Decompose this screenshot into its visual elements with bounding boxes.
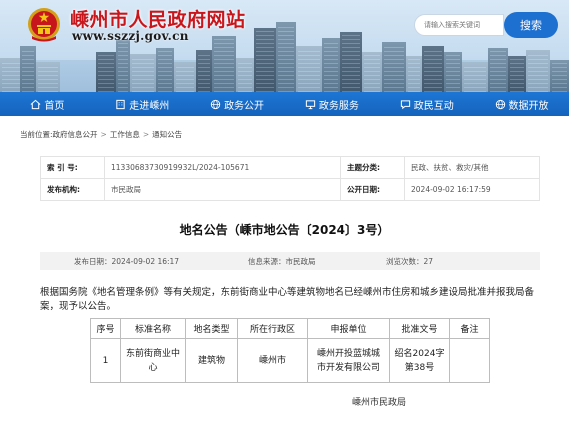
globe-icon [210,99,221,109]
site-url: www.sszzj.gov.cn [72,29,189,43]
row-number: 1 [90,338,121,383]
publish-time: 发布日期：2024-09-02 16:17 [74,257,180,266]
column-header: 批准文号 [389,318,450,339]
building-icon [116,99,125,109]
nav-item-label: 政务服务 [318,100,359,112]
district: 嵊州市 [237,338,308,383]
monitor-icon [305,99,316,109]
applicant-line: 市开发有限公司 [316,362,380,373]
approval-number: 绍名2024字 第38号 [389,338,450,383]
header-banner: 嵊州市人民政府网站 www.sszzj.gov.cn 搜索 [0,0,569,92]
column-header: 所在行政区 [237,318,308,339]
place-name-table: 序号 标准名称 地名类型 所在行政区 申报单位 批准文号 备注 1 东前街商业中… [90,318,490,383]
body-paragraph-line: 根据国务院《地名管理条例》等有关规定，东前街商业中心等建筑物地名已经嵊州市住房和… [40,287,535,298]
nav-item-about[interactable]: 走进嵊州 [95,92,190,116]
nav-item-open-data[interactable]: 数据开放 [474,92,569,116]
nav-item-home[interactable]: 首页 [0,92,95,116]
standard-name-line: 心 [148,362,158,373]
article-body: 根据国务院《地名管理条例》等有关规定，东前街商业中心等建筑物地名已经嵊州市住房和… [40,286,560,314]
national-emblem-icon [28,8,60,42]
applicant-line: 嵊州开投蓝城城 [316,348,380,359]
document-meta-table: 索 引 号: 11330683730919932L/2024-105671 主题… [40,156,540,201]
column-header: 申报单位 [307,318,390,339]
breadcrumb-link-open-info[interactable]: 政府信息公开 [53,129,98,140]
approval-number-line: 第38号 [404,362,435,373]
index-number-value: 11330683730919932L/2024-105671 [104,156,341,179]
approval-number-line: 绍名2024字 [394,348,445,359]
article-title: 地名公告（嵊市地公告〔2024〕3号） [179,223,390,237]
topic-value: 民政、扶贫、救灾/其他 [404,156,540,179]
column-header: 地名类型 [185,318,238,339]
nav-item-label: 政务公开 [224,100,265,112]
column-header: 标准名称 [120,318,186,339]
site-title: 嵊州市人民政府网站 [70,9,246,31]
search-input[interactable] [414,14,504,36]
index-number-label: 索 引 号: [40,156,105,179]
open-date-value: 2024-09-02 16:17:59 [404,178,540,201]
home-icon [30,99,41,109]
table-header-row: 序号 标准名称 地名类型 所在行政区 申报单位 批准文号 备注 [90,318,490,339]
chat-icon [400,99,410,109]
table-row: 发布机构: 市民政局 公开日期: 2024-09-02 16:17:59 [40,178,540,201]
breadcrumb-separator: > [142,129,150,139]
breadcrumb-separator: > [100,129,107,139]
place-type: 建筑物 [185,338,238,383]
nav-item-open-gov[interactable]: 政务公开 [190,92,285,116]
view-count: 浏览次数：27 [386,257,434,266]
column-header: 备注 [449,318,490,339]
nav-item-label: 走进嵊州 [129,100,170,112]
article-info-bar: 发布日期：2024-09-02 16:17 信息来源：市民政局 浏览次数：27 [40,252,540,270]
table-row: 索 引 号: 11330683730919932L/2024-105671 主题… [40,156,540,179]
table-row: 1 东前街商业中 心 建筑物 嵊州市 嵊州开投蓝城城 市开发有限公司 绍名202… [90,338,490,383]
breadcrumb-link-notices[interactable]: 通知公告 [152,129,182,140]
breadcrumb-link-work-info[interactable]: 工作信息 [110,129,140,140]
open-date-label: 公开日期: [340,178,405,201]
standard-name: 东前街商业中 心 [120,338,186,383]
breadcrumb: 当前位置: 政府信息公开 > 工作信息 > 通知公告 [0,126,569,142]
signature: 嵊州市民政局 [352,398,407,408]
globe-icon [495,99,505,109]
column-header: 序号 [90,318,121,339]
breadcrumb-prefix: 当前位置: [20,129,53,139]
nav-item-services[interactable]: 政务服务 [284,92,379,116]
main-nav: 首页 走进嵊州 政务公开 政务服务 政民互动 数据开放 [0,92,569,116]
nav-item-label: 首页 [44,100,65,112]
search-button[interactable]: 搜索 [504,12,558,38]
applicant: 嵊州开投蓝城城 市开发有限公司 [307,338,390,383]
publisher-label: 发布机构: [40,178,105,201]
nav-item-label: 政民互动 [413,100,454,112]
standard-name-line: 东前街商业中 [125,348,180,359]
body-paragraph-line: 案，现予以公告。 [40,301,117,312]
topic-label: 主题分类: [340,156,405,179]
publisher-value: 市民政局 [104,178,341,201]
info-source: 信息来源：市民政局 [248,257,316,266]
nav-item-interaction[interactable]: 政民互动 [379,92,474,116]
nav-item-label: 数据开放 [508,100,549,112]
remark [449,338,490,383]
